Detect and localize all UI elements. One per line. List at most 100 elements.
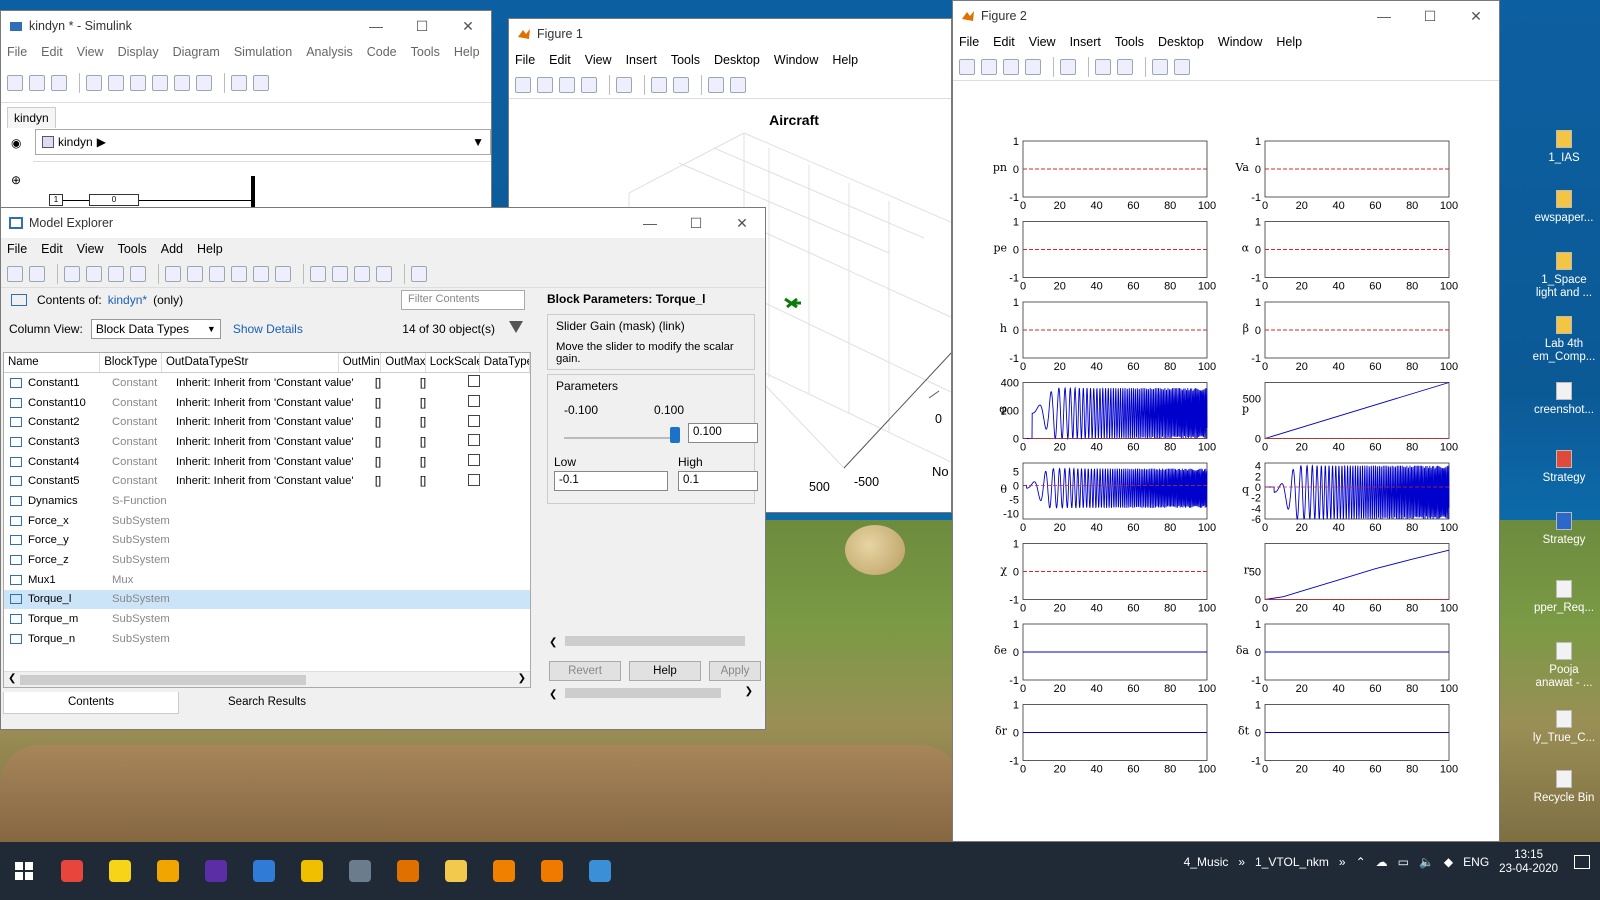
- open-icon[interactable]: [537, 76, 553, 93]
- step-forward-icon[interactable]: [174, 74, 190, 91]
- subplot-2[interactable]: 0 20 40 60 80 10010-1pe: [993, 217, 1216, 293]
- model-address-bar[interactable]: kindyn ▶ ▼: [35, 129, 491, 155]
- scrollbar-thumb[interactable]: [20, 675, 306, 685]
- figure1-menu-help[interactable]: Help: [832, 53, 858, 67]
- pointer-icon[interactable]: [1152, 58, 1168, 75]
- scroll-right-icon[interactable]: ❯: [745, 686, 753, 697]
- gain-slider[interactable]: [564, 427, 680, 443]
- new-model-icon[interactable]: [7, 74, 23, 91]
- mux-block[interactable]: [251, 176, 255, 209]
- subplot-9[interactable]: 0 20 40 60 80 100420-2-4-6q: [1242, 461, 1458, 534]
- scroll-right-icon[interactable]: ❯: [518, 673, 526, 684]
- simulink-titlebar[interactable]: kindyn * - Simulink — ☐ ✕: [1, 11, 491, 41]
- subplot-1[interactable]: 0 20 40 60 80 10010-1Va: [1235, 136, 1459, 212]
- open-icon[interactable]: [981, 58, 997, 75]
- figure1-titlebar[interactable]: Figure 1: [509, 19, 951, 49]
- figure2-menu-edit[interactable]: Edit: [993, 35, 1015, 49]
- simulink-menu-tools[interactable]: Tools: [411, 45, 440, 59]
- copy-icon[interactable]: [86, 265, 102, 282]
- desktop-icon[interactable]: 1_Space light and ...: [1528, 252, 1600, 300]
- taskbar-app-files[interactable]: [432, 851, 480, 891]
- subplot-15[interactable]: 0 20 40 60 80 10010-1δt: [1238, 700, 1458, 776]
- table-row[interactable]: Constant1 Constant Inherit: Inherit from '…: [4, 373, 530, 393]
- table-row[interactable]: Constant3 Constant Inherit: Inherit from '…: [4, 432, 530, 452]
- subplot-3[interactable]: 0 20 40 60 80 10010-1α: [1242, 217, 1459, 293]
- table-row[interactable]: Force_y SubSystem: [4, 531, 530, 551]
- table-row[interactable]: Force_x SubSystem: [4, 511, 530, 531]
- tab-search-results[interactable]: Search Results: [179, 692, 355, 714]
- table-row[interactable]: Constant2 Constant Inherit: Inherit from '…: [4, 412, 530, 432]
- filter-contents-input[interactable]: Filter Contents: [401, 290, 525, 310]
- close-button[interactable]: ✕: [1453, 1, 1499, 31]
- subplot-6[interactable]: 0 20 40 60 80 1004002000φ: [999, 378, 1216, 454]
- column-view-icon[interactable]: [411, 265, 427, 282]
- slider-thumb[interactable]: [670, 427, 680, 443]
- dropbox-icon[interactable]: ◆: [1444, 855, 1453, 869]
- apply-button[interactable]: Apply: [709, 661, 761, 681]
- taskbar-app-bulb[interactable]: [288, 851, 336, 891]
- new-icon[interactable]: [515, 76, 531, 93]
- legend-icon[interactable]: [1117, 58, 1133, 75]
- model_explorer-menu-help[interactable]: Help: [197, 242, 223, 256]
- new-icon[interactable]: [959, 58, 975, 75]
- column-header-name[interactable]: Name: [4, 353, 101, 372]
- lockscale-checkbox[interactable]: [468, 375, 480, 388]
- model_explorer-menu-view[interactable]: View: [77, 242, 104, 256]
- colorbar-icon[interactable]: [1095, 58, 1111, 75]
- maximize-button[interactable]: ☐: [1407, 1, 1453, 31]
- subplot-14[interactable]: 0 20 40 60 80 10010-1δr: [995, 700, 1216, 776]
- column-header-datatype[interactable]: DataType: [480, 353, 530, 372]
- simulink-menu-analysis[interactable]: Analysis: [306, 45, 353, 59]
- figure2-menu-insert[interactable]: Insert: [1070, 35, 1101, 49]
- params-scrollbar-2[interactable]: ❮ ❯: [549, 686, 759, 700]
- paste-icon[interactable]: [108, 265, 124, 282]
- figure1-menu-edit[interactable]: Edit: [549, 53, 571, 67]
- simulink-menu-view[interactable]: View: [77, 45, 104, 59]
- model-advisor-icon[interactable]: [231, 74, 247, 91]
- figure2-menu-tools[interactable]: Tools: [1115, 35, 1144, 49]
- figure1-menu-insert[interactable]: Insert: [626, 53, 657, 67]
- taskbar-app-music[interactable]: [192, 851, 240, 891]
- open-icon[interactable]: [29, 74, 45, 91]
- subplot-10[interactable]: 0 20 40 60 80 10010-1χ: [1000, 539, 1216, 615]
- link-plot-icon[interactable]: [1060, 58, 1076, 75]
- table-row[interactable]: Constant4 Constant Inherit: Inherit from '…: [4, 452, 530, 472]
- subplot-7[interactable]: 0 20 40 60 80 1005000p: [1242, 382, 1458, 454]
- figure2-menu-file[interactable]: File: [959, 35, 979, 49]
- figure1-menu-file[interactable]: File: [515, 53, 535, 67]
- desktop-icon[interactable]: pper_Req...: [1528, 580, 1600, 615]
- figure1-menu-tools[interactable]: Tools: [671, 53, 700, 67]
- figure2-menu-help[interactable]: Help: [1276, 35, 1302, 49]
- clock[interactable]: 13:15 23-04-2020: [1499, 848, 1558, 876]
- scrollbar-thumb[interactable]: [565, 688, 721, 698]
- taskbar-app-notepad[interactable]: [240, 851, 288, 891]
- hide-bar-icon[interactable]: ◉: [11, 136, 21, 150]
- scroll-left-icon[interactable]: ❮: [549, 689, 557, 700]
- desktop-icon[interactable]: Pooja anawat - ...: [1528, 642, 1600, 690]
- simulink-menu-file[interactable]: File: [7, 45, 27, 59]
- onedrive-icon[interactable]: ☁: [1376, 855, 1388, 869]
- replace-icon[interactable]: [354, 265, 370, 282]
- maximize-button[interactable]: ☐: [673, 208, 719, 238]
- link-plot-icon[interactable]: [616, 76, 632, 93]
- simulink-menu-edit[interactable]: Edit: [41, 45, 63, 59]
- taskbar-folder-music[interactable]: 4_Music: [1184, 855, 1229, 869]
- step-back-icon[interactable]: [130, 74, 146, 91]
- desktop-icon[interactable]: Strategy: [1528, 512, 1600, 547]
- notifications-icon[interactable]: [1574, 855, 1590, 869]
- property-editor-icon[interactable]: [730, 76, 746, 93]
- taskbar-app-vlc[interactable]: [480, 851, 528, 891]
- table-row[interactable]: Torque_l SubSystem: [4, 589, 530, 610]
- tab-kindyn[interactable]: kindyn: [7, 107, 56, 128]
- address-dropdown-icon[interactable]: ▼: [472, 135, 484, 149]
- tray-up-arrow-icon[interactable]: ⌃: [1356, 855, 1366, 869]
- start-button[interactable]: [0, 851, 48, 891]
- subplot-4[interactable]: 0 20 40 60 80 10010-1h: [1000, 297, 1216, 373]
- delete-icon[interactable]: [130, 265, 146, 282]
- scrollbar-thumb[interactable]: [565, 636, 745, 646]
- desktop-icon[interactable]: ewspaper...: [1528, 190, 1600, 225]
- back-icon[interactable]: [86, 74, 102, 91]
- column-header-blocktype[interactable]: BlockType: [100, 353, 162, 372]
- library-icon[interactable]: [108, 74, 124, 91]
- table-row[interactable]: Constant10 Constant Inherit: Inherit from …: [4, 393, 530, 413]
